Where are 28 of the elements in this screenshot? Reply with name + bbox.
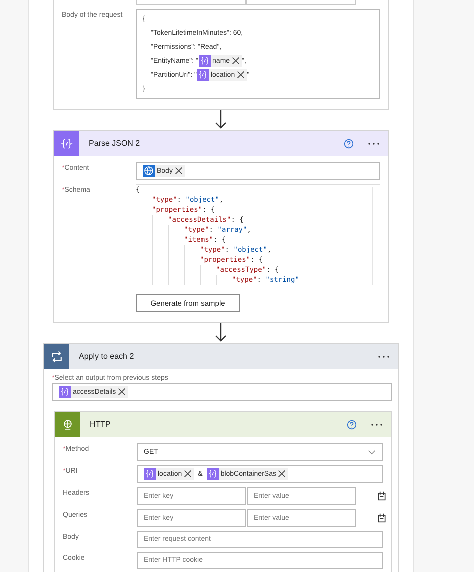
action-title: Apply to each 2	[78, 352, 136, 361]
input-field[interactable]	[136, 0, 246, 5]
help-icon[interactable]	[344, 138, 354, 148]
close-icon[interactable]	[174, 167, 183, 175]
expression-icon	[196, 69, 209, 81]
chevron-down-icon	[368, 450, 376, 454]
help-icon[interactable]	[347, 420, 357, 430]
connector-arrow	[213, 323, 229, 343]
action-title: Parse JSON 2	[88, 139, 142, 148]
action-header[interactable]: Parse JSON 2	[54, 131, 388, 156]
expression-icon	[206, 468, 219, 480]
close-icon[interactable]	[118, 388, 126, 396]
more-options-icon[interactable]	[371, 422, 383, 426]
close-icon[interactable]	[184, 470, 192, 478]
connector-arrow	[213, 110, 229, 130]
expression-icon	[198, 55, 211, 67]
expression-icon	[144, 468, 156, 480]
globe-icon	[143, 165, 155, 177]
action-header[interactable]: Apply to each 2	[44, 344, 398, 369]
close-icon[interactable]	[237, 71, 246, 79]
more-options-icon[interactable]	[368, 142, 380, 146]
action-title: HTTP	[89, 420, 112, 429]
close-icon[interactable]	[278, 470, 286, 478]
close-icon[interactable]	[232, 57, 240, 65]
expression-icon	[59, 386, 71, 398]
action-header[interactable]: HTTP	[55, 412, 391, 437]
input-field[interactable]	[246, 0, 356, 5]
more-options-icon[interactable]	[378, 354, 390, 358]
